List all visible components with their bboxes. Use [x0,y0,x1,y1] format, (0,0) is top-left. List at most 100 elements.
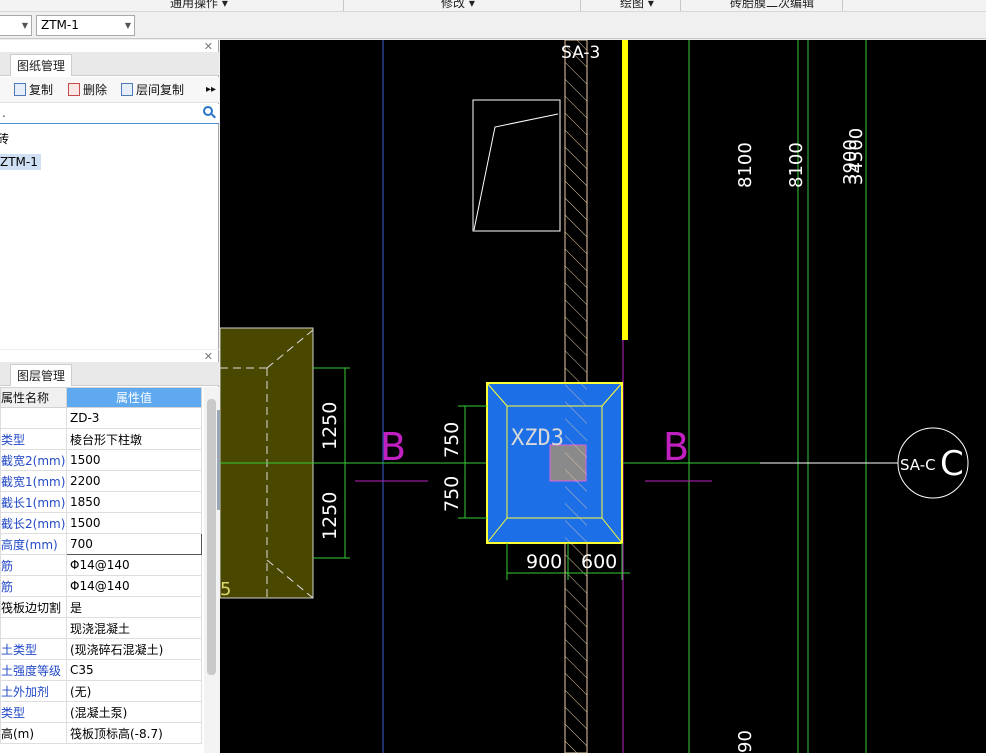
copy-icon [14,83,26,96]
search-icon[interactable] [203,106,213,116]
ribbon-group-modify[interactable]: 修改 ▾ [441,0,475,10]
property-value[interactable]: 筏板顶标高(-8.7) [66,722,202,744]
dim-750-bottom: 750 [441,476,463,512]
search-placeholder: . [2,106,6,120]
property-row[interactable]: 截宽2(mm) 1500 [0,449,202,471]
chevron-down-icon: ▼ [21,21,28,30]
search-input[interactable]: . [0,104,219,124]
ribbon-separator [343,0,344,11]
property-row[interactable]: 高度(mm) 700 [0,533,202,555]
property-value[interactable]: 棱台形下柱墩 [66,428,202,450]
property-table: 属性名称 属性值 ZD-3 类型 棱台形下柱墩 截宽2(mm) 1500 截宽1(mm) 2… [0,387,202,744]
property-value[interactable]: (无) [66,680,202,702]
property-row[interactable]: 截长2(mm) 1500 [0,512,202,534]
property-name: 类型 [0,428,67,450]
delete-label: 删除 [83,83,108,97]
property-value[interactable]: 1850 [66,491,202,513]
tab-layer-management[interactable]: 图层管理 [10,364,73,386]
property-row[interactable]: 筋 Φ14@140 [0,554,202,576]
tab-component-list[interactable] [0,54,10,76]
property-value[interactable]: (混凝土泵) [66,701,202,723]
property-row[interactable]: 筋 Φ14@140 [0,575,202,597]
pedestal-label: XZD3 [511,426,564,451]
property-value[interactable]: 是 [66,596,202,618]
property-name [0,617,67,639]
property-value[interactable]: C35 [66,659,202,681]
property-row[interactable]: 土外加剂 (无) [0,680,202,702]
property-value[interactable]: ZD-3 [66,407,202,429]
property-value[interactable]: (现浇碎石混凝土) [66,638,202,660]
tab-properties[interactable] [0,364,10,386]
property-value[interactable]: Φ14@140 [66,554,202,576]
panel-tabs: 图纸管理 [0,52,219,76]
property-value[interactable]: 现浇混凝土 [66,617,202,639]
property-name: 截宽2(mm) [0,449,67,471]
axis-bubble-outer: C [940,444,964,484]
overflow-icon[interactable]: ▸▸ [206,81,216,99]
ribbon-group-brick-edit[interactable]: 砖胎膜二次编辑 [730,0,814,10]
ribbon: 通用操作 ▾ 修改 ▾ 绘图 ▾ 砖胎膜二次编辑 [0,0,986,12]
property-value-editor[interactable]: 700 [66,533,202,555]
layer-combo[interactable]: ▼ [0,15,32,36]
chevron-down-icon: ▼ [124,21,131,30]
property-name: 土强度等级 [0,659,67,681]
property-row[interactable]: 筏板边切割是 [0,596,202,618]
property-name: 截宽1(mm) [0,470,67,492]
copy-label: 复制 [29,83,54,97]
dim-1250-bottom: 1250 [319,492,341,540]
yellow-wall [622,40,628,340]
drawing-canvas[interactable]: 5 1250 1250 B XZD3 750 750 900 600 B SA-… [220,40,986,753]
delete-button[interactable]: 删除 [68,81,107,99]
property-value[interactable]: 2200 [66,470,202,492]
detail-polyline [473,113,559,231]
property-row[interactable]: 现浇混凝土 [0,617,202,639]
property-name: 土外加剂 [0,680,67,702]
scrollbar-thumb[interactable] [207,399,216,675]
property-row[interactable]: ZD-3 [0,407,202,429]
component-combo[interactable]: ZTM-1 ▼ [36,15,135,36]
property-name: 类型 [0,701,67,723]
ribbon-group-common[interactable]: 通用操作 ▾ [170,0,228,10]
hatched-wall-overlay [565,383,587,543]
property-name: 筏板边切割 [0,596,67,618]
floor-copy-icon [121,83,133,96]
floor-copy-label: 层间复制 [136,83,185,97]
dim-8100-b: 8100 [786,142,807,188]
property-row[interactable]: 类型 (混凝土泵) [0,701,202,723]
property-row[interactable]: 高(m) 筏板顶标高(-8.7) [0,722,202,744]
tree-root[interactable]: 砖 [0,130,9,147]
floor-copy-button[interactable]: 层间复制 [121,81,184,99]
axis-label-sa3: SA-3 [561,43,600,63]
property-value[interactable]: 1500 [66,512,202,534]
property-name [0,407,67,429]
list-toolbar: ▾ 复制 删除 层间复制 ▸▸ [0,77,219,103]
property-name: 筋 [0,554,67,576]
property-row[interactable]: 截长1(mm) 1850 [0,491,202,513]
property-name: 截长2(mm) [0,512,67,534]
left-partial-label: 5 [220,579,231,600]
dim-34500: 34500 [846,128,867,185]
property-value[interactable]: 1500 [66,449,202,471]
cad-drawing: 5 1250 1250 B XZD3 750 750 900 600 B SA-… [220,40,969,753]
dim-bottom-partial: 90 [735,730,756,753]
property-row[interactable]: 截宽1(mm) 2200 [0,470,202,492]
property-name: 高(m) [0,722,67,744]
property-row[interactable]: 土类型 (现浇碎石混凝土) [0,638,202,660]
header-property-name: 属性名称 [0,387,67,408]
ribbon-separator [680,0,681,11]
property-row[interactable]: 类型 棱台形下柱墩 [0,428,202,450]
dim-750-top: 750 [441,422,463,458]
tab-drawing-management[interactable]: 图纸管理 [10,54,73,76]
component-list-panel: ✕ 图纸管理 ▾ 复制 删除 层间复制 ▸▸ . 砖 ZTM-1 [0,40,219,349]
property-value[interactable]: Φ14@140 [66,575,202,597]
tree-item-selected[interactable]: ZTM-1 [0,154,41,170]
dim-8100-a: 8100 [735,142,756,188]
dim-1250-top: 1250 [319,402,341,450]
ribbon-group-draw[interactable]: 绘图 ▾ [620,0,654,10]
component-combo-value: ZTM-1 [41,18,79,32]
property-name: 筋 [0,575,67,597]
copy-button[interactable]: 复制 [14,81,53,99]
property-row[interactable]: 土强度等级 C35 [0,659,202,681]
header-property-value: 属性值 [66,387,202,408]
property-name: 高度(mm) [0,533,67,555]
